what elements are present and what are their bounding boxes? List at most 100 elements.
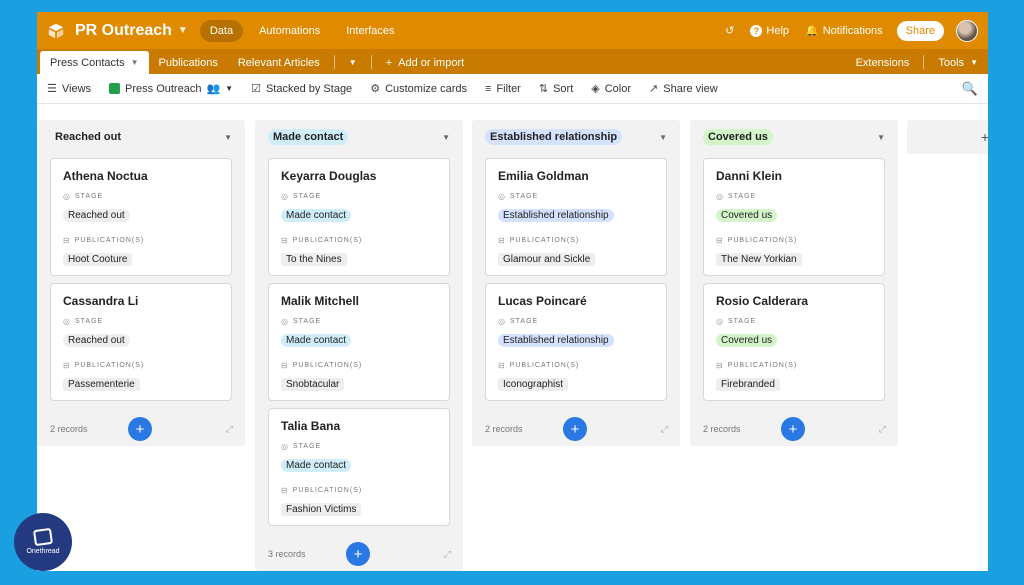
kanban-icon xyxy=(109,83,121,94)
link-field-icon: ⊟ xyxy=(281,486,289,495)
chevron-down-icon[interactable]: ▼ xyxy=(659,133,667,142)
extensions-button[interactable]: Extensions xyxy=(846,51,920,74)
stack-label: Covered us xyxy=(703,129,773,145)
view-toolbar: ☰ Views Press Outreach 👥 ▼ ☑ Stacked by Stag… xyxy=(37,74,988,104)
expand-icon[interactable]: ⤢ xyxy=(444,549,451,560)
history-icon: ↺ xyxy=(725,25,735,37)
filter-button[interactable]: ≡ Filter xyxy=(485,83,521,95)
help-button[interactable]: ? Help xyxy=(750,24,789,37)
avatar[interactable] xyxy=(956,19,978,42)
notifications-button[interactable]: 🔔 Notifications xyxy=(805,24,883,38)
stack-header[interactable]: Covered us ▼ xyxy=(690,120,898,154)
stack-header[interactable]: Reached out ▼ xyxy=(37,120,245,154)
record-card[interactable]: Keyarra Douglas ◎ STAGE Made contact ⊟ PUB… xyxy=(268,158,450,276)
stack-column: Made contact ▼ Keyarra Douglas ◎ STAGE Ma… xyxy=(255,120,463,571)
watermark-logo: Onethread xyxy=(14,513,72,571)
select-field-icon: ◎ xyxy=(63,317,71,326)
filter-icon: ≡ xyxy=(484,82,492,95)
field-label-stage: STAGE xyxy=(74,318,104,325)
stacked-by-button[interactable]: ☑ Stacked by Stage xyxy=(251,82,352,96)
link-field-icon: ⊟ xyxy=(716,236,724,245)
publication-chip[interactable]: Firebranded xyxy=(716,378,780,391)
add-record-button[interactable]: + xyxy=(781,417,805,441)
sort-label: Sort xyxy=(553,82,574,95)
record-card[interactable]: Lucas Poincaré ◎ STAGE Established relati… xyxy=(485,283,667,401)
expand-icon[interactable]: ⤢ xyxy=(226,424,233,435)
publication-chip[interactable]: Hoot Cooture xyxy=(63,253,133,266)
sort-button[interactable]: ⇅ Sort xyxy=(539,82,574,96)
stack-header[interactable]: Made contact ▼ xyxy=(255,120,463,154)
chevron-down-icon[interactable]: ▼ xyxy=(442,133,450,142)
record-card[interactable]: Cassandra Li ◎ STAGE Reached out ⊟ PUBLICA… xyxy=(50,283,232,401)
tools-button[interactable]: Tools ▼ xyxy=(928,51,988,74)
tab-publications[interactable]: Publications xyxy=(149,51,228,74)
chevron-down-icon[interactable]: ▼ xyxy=(224,133,232,142)
select-field-icon: ◎ xyxy=(498,317,506,326)
add-record-button[interactable]: + xyxy=(346,542,370,566)
select-field-icon: ◎ xyxy=(63,192,71,201)
field-label-stage: STAGE xyxy=(292,318,322,325)
views-button[interactable]: ☰ Views xyxy=(47,82,92,96)
record-card[interactable]: Danni Klein ◎ STAGE Covered us ⊟ PUBLICATI… xyxy=(703,158,885,276)
chevron-down-icon[interactable]: ▼ xyxy=(877,133,885,142)
view-name: Press Outreach xyxy=(125,82,202,95)
card-title: Keyarra Douglas xyxy=(281,169,377,183)
publication-chip[interactable]: Snobtacular xyxy=(281,378,345,391)
field-label-publications: PUBLICATION(S) xyxy=(509,362,580,369)
publication-chip[interactable]: Passementerie xyxy=(63,378,140,391)
field-label-stage: STAGE xyxy=(727,318,757,325)
plus-icon: + xyxy=(980,129,988,145)
publication-chip[interactable]: Fashion Victims xyxy=(281,503,362,516)
help-icon: ? xyxy=(750,24,763,37)
app-window: PR Outreach ▼ Data Automations Interface… xyxy=(37,12,988,571)
add-record-button[interactable]: + xyxy=(563,417,587,441)
add-record-button[interactable]: + xyxy=(128,417,152,441)
color-button[interactable]: ◈ Color xyxy=(591,82,631,96)
base-title[interactable]: PR Outreach xyxy=(75,22,172,40)
logo-mark-icon xyxy=(32,527,54,547)
field-label-publications: PUBLICATION(S) xyxy=(292,362,363,369)
app-logo-icon[interactable] xyxy=(47,22,65,40)
nav-interfaces[interactable]: Interfaces xyxy=(336,20,404,42)
select-field-icon: ◎ xyxy=(281,317,289,326)
publication-chip[interactable]: The New Yorkian xyxy=(716,253,802,266)
add-or-import-button[interactable]: + Add or import xyxy=(376,51,474,74)
tab-press-contacts[interactable]: Press Contacts ▼ xyxy=(40,51,149,74)
share-button[interactable]: Share xyxy=(896,20,944,41)
stage-pill: Covered us xyxy=(716,209,778,222)
views-label: Views xyxy=(61,82,92,95)
stack-header[interactable]: Established relationship ▼ xyxy=(472,120,680,154)
record-card[interactable]: Emilia Goldman ◎ STAGE Established relati… xyxy=(485,158,667,276)
field-label-publications: PUBLICATION(S) xyxy=(74,237,145,244)
record-card[interactable]: Athena Noctua ◎ STAGE Reached out ⊟ PUBLIC… xyxy=(50,158,232,276)
add-or-import-label: Add or import xyxy=(398,56,465,69)
field-label-publications: PUBLICATION(S) xyxy=(727,362,798,369)
field-label-publications: PUBLICATION(S) xyxy=(292,237,363,244)
history-button[interactable]: ↺ xyxy=(725,24,734,37)
field-label-publications: PUBLICATION(S) xyxy=(74,362,145,369)
nav-data[interactable]: Data xyxy=(199,19,244,42)
card-title: Athena Noctua xyxy=(63,169,148,183)
tabs-overflow-button[interactable]: ▼ xyxy=(339,51,367,74)
link-field-icon: ⊟ xyxy=(63,361,71,370)
share-view-button[interactable]: ↗ Share view xyxy=(649,82,718,96)
publication-chip[interactable]: Glamour and Sickle xyxy=(498,253,596,266)
view-switcher[interactable]: Press Outreach 👥 ▼ xyxy=(109,82,233,95)
nav-automations[interactable]: Automations xyxy=(249,20,330,42)
tab-relevant-articles[interactable]: Relevant Articles xyxy=(228,51,330,74)
publication-chip[interactable]: Iconographist xyxy=(498,378,569,391)
expand-icon[interactable]: ⤢ xyxy=(879,424,886,435)
record-card[interactable]: Malik Mitchell ◎ STAGE Made contact ⊟ PUBL… xyxy=(268,283,450,401)
share-icon: ↗ xyxy=(649,83,659,95)
record-card[interactable]: Talia Bana ◎ STAGE Made contact ⊟ PUBLICAT… xyxy=(268,408,450,526)
expand-icon[interactable]: ⤢ xyxy=(661,424,668,435)
record-card[interactable]: Rosio Calderara ◎ STAGE Covered us ⊟ PUBLI… xyxy=(703,283,885,401)
search-icon[interactable]: 🔍 xyxy=(962,81,978,97)
add-stack-button[interactable]: + xyxy=(907,120,988,154)
card-title: Danni Klein xyxy=(716,169,783,183)
stage-pill: Made contact xyxy=(281,209,352,222)
stack-footer: 3 records + ⤢ xyxy=(255,537,463,571)
publication-chip[interactable]: To the Nines xyxy=(281,253,347,266)
chevron-down-icon[interactable]: ▼ xyxy=(178,25,188,36)
customize-cards-button[interactable]: ⚙ Customize cards xyxy=(370,82,467,96)
